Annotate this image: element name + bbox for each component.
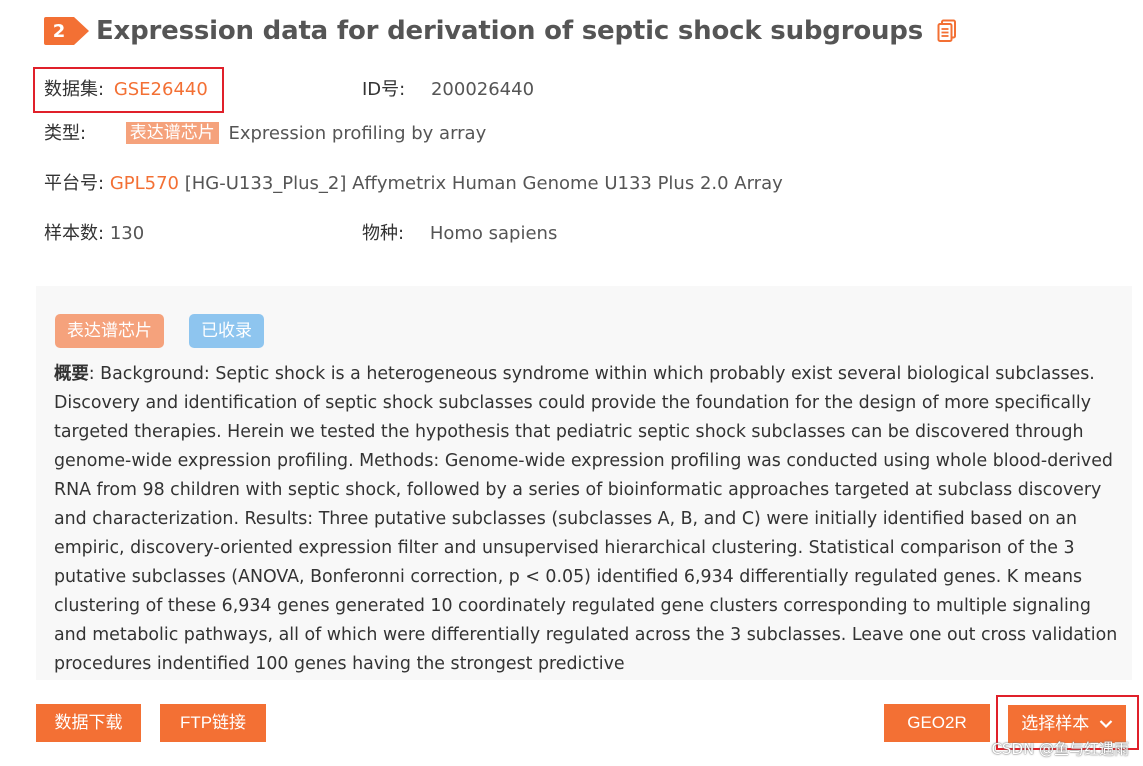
summary-text-block: 概要: Background: Septic shock is a hetero… bbox=[54, 360, 1124, 679]
platform-value: [HG-U133_Plus_2] Affymetrix Human Genome… bbox=[184, 173, 783, 194]
section-number-badge: 2 bbox=[44, 17, 89, 45]
status-badge: 已收录 bbox=[189, 314, 264, 348]
section-header: 2 Expression data for derivation of sept… bbox=[44, 12, 959, 50]
dataset-link[interactable]: GSE26440 bbox=[114, 79, 208, 100]
data-download-button[interactable]: 数据下载 bbox=[36, 704, 141, 742]
type-label: 类型: bbox=[44, 123, 87, 144]
ftp-link-button[interactable]: FTP链接 bbox=[160, 704, 266, 742]
summary-panel: 表达谱芯片 已收录 概要: Background: Septic shock i… bbox=[36, 286, 1132, 680]
species-label: 物种: bbox=[362, 223, 405, 244]
species-value: Homo sapiens bbox=[429, 223, 558, 244]
summary-label: 概要 bbox=[54, 364, 89, 384]
platform-link[interactable]: GPL570 bbox=[110, 173, 179, 194]
watermark: CSDN @鱼与红遇雨 bbox=[991, 740, 1129, 758]
document-copy-icon[interactable] bbox=[935, 19, 959, 43]
samples-row: 样本数: 130 bbox=[44, 221, 144, 247]
dataset-label: 数据集: bbox=[44, 79, 105, 100]
type-tag: 表达谱芯片 bbox=[125, 122, 219, 144]
samples-value: 130 bbox=[109, 223, 145, 244]
dataset-row: 数据集: GSE26440 bbox=[44, 77, 208, 103]
id-row: ID号: 200026440 bbox=[362, 77, 534, 103]
id-label: ID号: bbox=[362, 79, 406, 100]
summary-text: : Background: Septic shock is a heteroge… bbox=[54, 364, 1118, 674]
type-tag-button: 表达谱芯片 bbox=[55, 314, 164, 348]
id-value: 200026440 bbox=[430, 79, 535, 100]
dataset-detail-page: 2 Expression data for derivation of sept… bbox=[0, 0, 1143, 766]
species-row: 物种: Homo sapiens bbox=[362, 221, 557, 247]
type-row: 类型: 表达谱芯片 Expression profiling by array bbox=[44, 121, 486, 147]
platform-row: 平台号: GPL570 [HG-U133_Plus_2] Affymetrix … bbox=[44, 171, 783, 197]
type-value: Expression profiling by array bbox=[228, 123, 487, 144]
samples-label: 样本数: bbox=[44, 223, 105, 244]
select-samples-label: 选择样本 bbox=[1021, 714, 1090, 734]
page-title: Expression data for derivation of septic… bbox=[96, 16, 923, 46]
platform-label: 平台号: bbox=[44, 173, 105, 194]
geo2r-button[interactable]: GEO2R bbox=[884, 704, 990, 742]
